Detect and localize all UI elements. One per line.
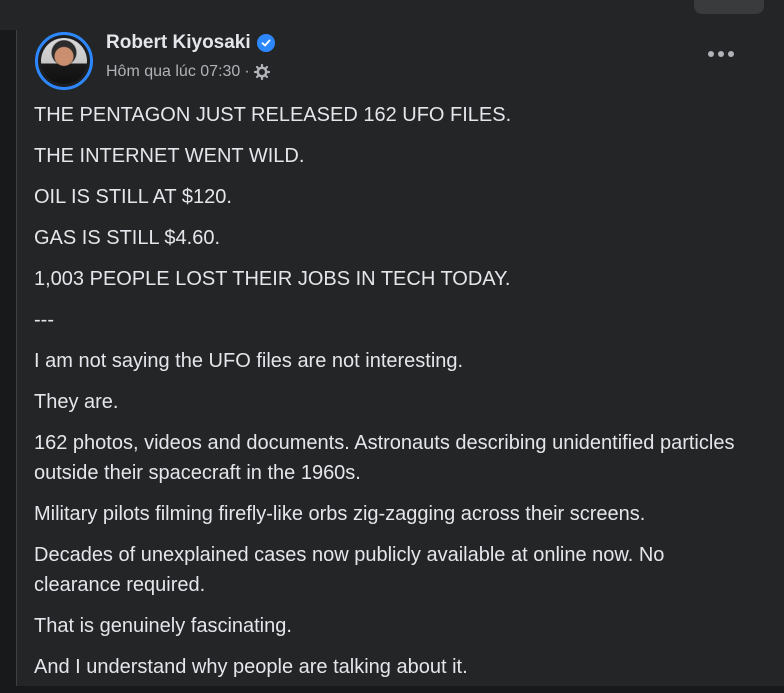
post-paragraph: --- — [34, 309, 54, 331]
post-paragraph: THE INTERNET WENT WILD. — [34, 145, 305, 167]
post-card: Robert Kiyosaki Hôm qua lúc 07:30 · THE … — [16, 30, 784, 686]
post-timestamp[interactable]: Hôm qua lúc 07:30 — [106, 63, 240, 81]
post-paragraph: 1,003 PEOPLE LOST THEIR JOBS IN TECH TOD… — [34, 268, 511, 290]
post-paragraph: They are. — [34, 391, 119, 413]
post-paragraph: Decades of unexplained cases now publicl… — [34, 544, 665, 596]
post-paragraph: And I understand why people are talking … — [34, 656, 468, 678]
top-bar-button[interactable] — [694, 0, 764, 14]
gear-icon[interactable] — [253, 63, 270, 81]
post-meta: Hôm qua lúc 07:30 · — [106, 63, 270, 81]
top-bar — [0, 0, 784, 30]
post-paragraph: I am not saying the UFO files are not in… — [34, 350, 464, 372]
post-paragraph: GAS IS STILL $4.60. — [34, 227, 221, 249]
post-paragraph: Military pilots filming firefly-like orb… — [34, 503, 646, 525]
verified-badge-icon — [256, 34, 275, 52]
post-paragraph: OIL IS STILL AT $120. — [34, 186, 232, 208]
author-name[interactable]: Robert Kiyosaki — [106, 32, 251, 54]
post-paragraph: THE PENTAGON JUST RELEASED 162 UFO FILES… — [34, 104, 512, 126]
post-header-author: Robert Kiyosaki — [106, 32, 275, 54]
post-paragraph: 162 photos, videos and documents. Astron… — [34, 432, 735, 484]
avatar-image — [41, 38, 87, 84]
post-body: THE PENTAGON JUST RELEASED 162 UFO FILES… — [34, 100, 754, 693]
post-paragraph: That is genuinely fascinating. — [34, 615, 292, 637]
avatar[interactable] — [35, 32, 93, 90]
more-options-icon[interactable] — [701, 42, 741, 66]
meta-separator: · — [244, 63, 250, 80]
